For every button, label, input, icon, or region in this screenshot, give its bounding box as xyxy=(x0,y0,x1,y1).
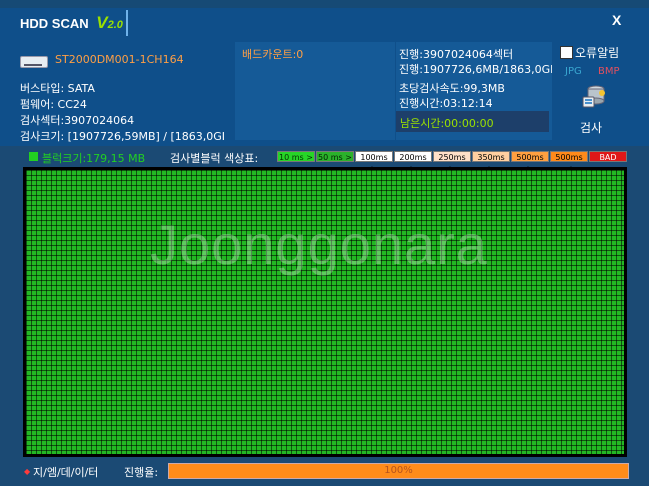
legend-swatch: 500ms > xyxy=(511,151,549,173)
error-alarm-label[interactable]: 오류알림 xyxy=(575,44,619,61)
app-title-text: HDD SCAN xyxy=(20,16,89,31)
progress-label: 진행율: xyxy=(124,466,159,479)
legend-swatch: 250ms > xyxy=(433,151,471,173)
block-size-swatch xyxy=(29,152,38,161)
title-separator xyxy=(126,10,128,36)
legend-swatch: 200ms > xyxy=(394,151,432,173)
progress-size: 진행:1907726,6MB/1863,0GE xyxy=(399,63,552,76)
bad-count: 배드카운트:0 xyxy=(242,48,304,61)
watermark: Joonggonara xyxy=(150,213,488,276)
progress-bar: 100% xyxy=(168,463,629,479)
error-alarm-checkbox[interactable] xyxy=(560,46,573,59)
jpg-option[interactable]: JPG xyxy=(565,66,582,77)
remaining-time: 남은시간:00:00:00 xyxy=(400,117,494,130)
hard-drive-icon xyxy=(20,56,48,68)
scan-button[interactable]: 검사 xyxy=(572,82,616,136)
scan-speed: 초당검사속도:99,3MB xyxy=(399,82,505,95)
app-title: HDD SCAN V2.0 xyxy=(20,13,123,33)
scan-sectors: 검사섹터:3907024064 xyxy=(20,114,135,127)
app-version: V2.0 xyxy=(96,13,123,32)
database-scan-icon xyxy=(582,85,605,108)
legend-swatch: 100ms > xyxy=(355,151,393,173)
elapsed-time: 진행시간:03:12:14 xyxy=(399,97,493,110)
diamond-icon: ◆ xyxy=(24,467,31,476)
legend-swatch: 10 ms > xyxy=(277,151,315,162)
progress-sectors: 진행:3907024064섹터 xyxy=(399,48,514,61)
legend-swatch: 50 ms > xyxy=(316,151,354,162)
legend-swatch: 500ms < xyxy=(550,151,588,173)
legend-title: 검사별블럭 색상표: xyxy=(170,152,259,165)
legend-swatch: 350ms > xyxy=(472,151,510,173)
firmware: 펌웨어: CC24 xyxy=(20,98,87,111)
drive-model: ST2000DM001-1CH164 xyxy=(55,53,184,66)
progress-text: 100% xyxy=(384,465,413,476)
legend-swatch: BAD xyxy=(589,151,627,162)
brand-label: 지/엠/데/이/터 xyxy=(33,466,99,479)
bus-type: 버스타입: SATA xyxy=(20,82,95,95)
close-button[interactable]: X xyxy=(612,12,621,28)
scan-size: 검사크기: [1907726,59MB] / [1863,0GI xyxy=(20,130,226,143)
scan-button-label: 검사 xyxy=(580,121,603,135)
block-size: 블럭크기:179,15 MB xyxy=(42,152,146,165)
bmp-option[interactable]: BMP xyxy=(598,66,620,77)
